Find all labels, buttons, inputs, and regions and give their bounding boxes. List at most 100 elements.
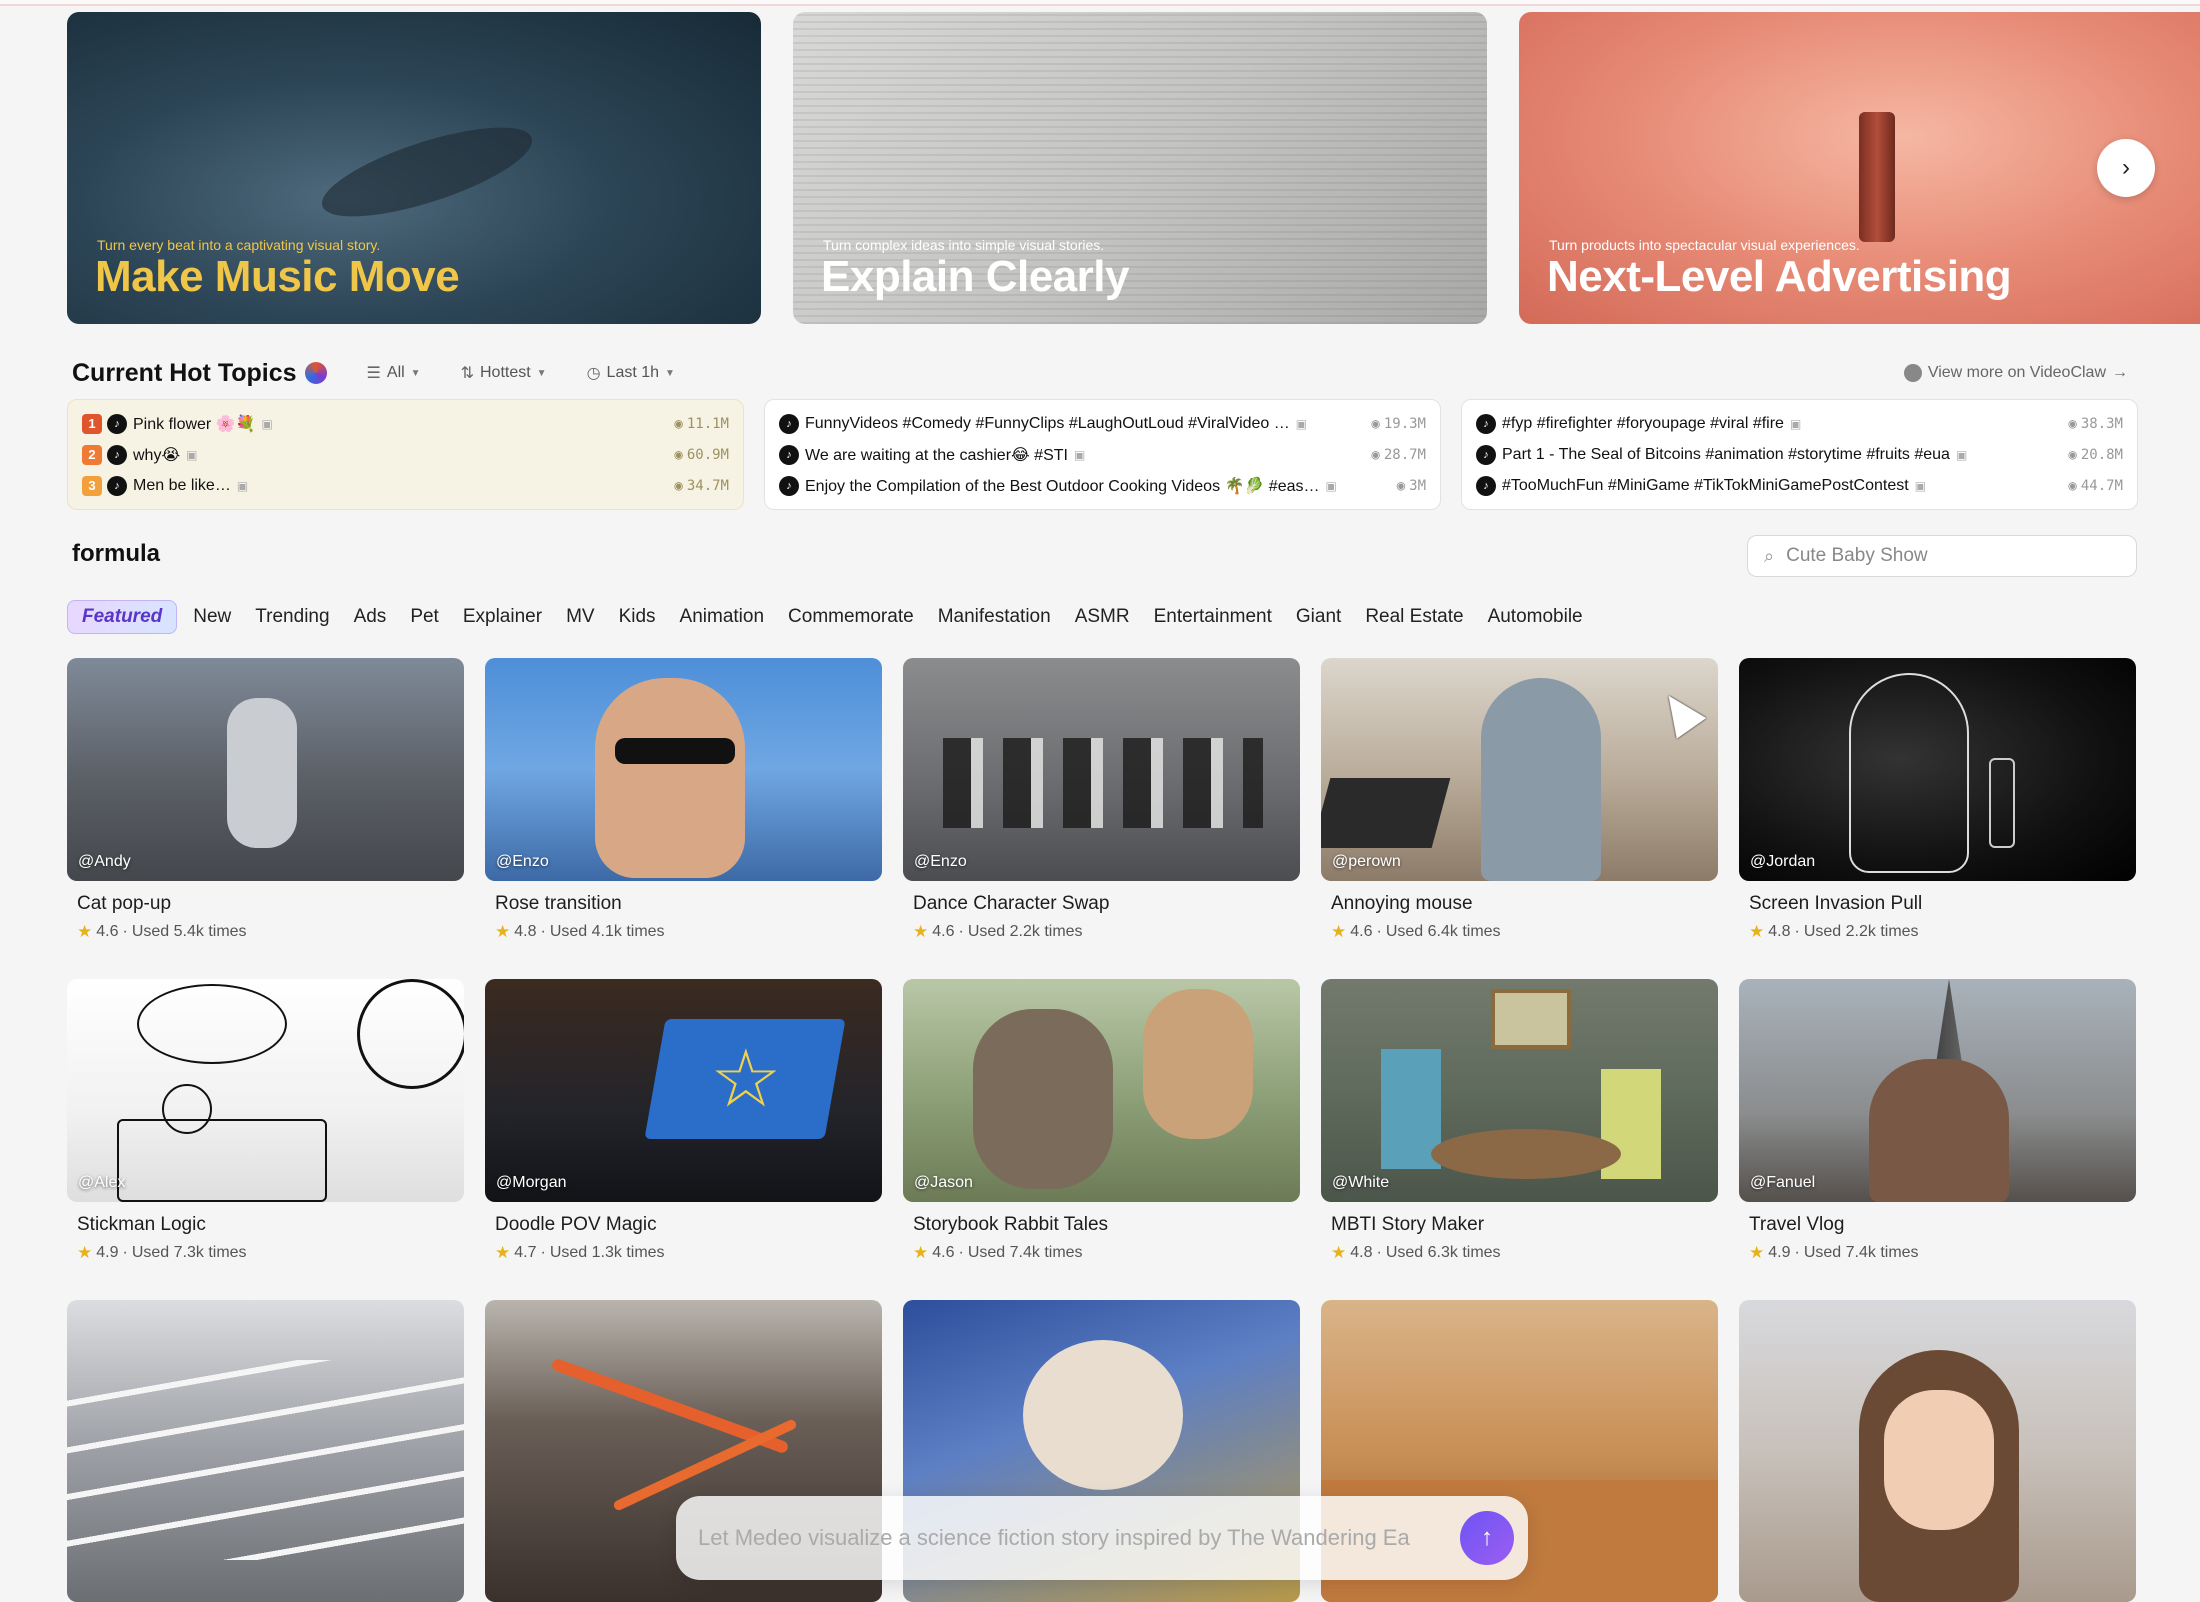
template-thumbnail[interactable]: @Enzo: [485, 658, 882, 881]
template-thumbnail[interactable]: @Enzo: [903, 658, 1300, 881]
person-art: [1481, 678, 1601, 881]
topic-row[interactable]: ♪ FunnyVideos #Comedy #FunnyClips #Laugh…: [779, 408, 1426, 439]
tab-manifestation[interactable]: Manifestation: [926, 606, 1063, 628]
topic-row[interactable]: ♪ #fyp #firefighter #foryoupage #viral #…: [1476, 408, 2123, 439]
template-thumbnail[interactable]: @Andy: [67, 658, 464, 881]
template-title: Dance Character Swap: [913, 893, 1110, 914]
view-count-value: 28.7M: [1383, 446, 1426, 463]
clock-icon: ◷: [586, 365, 601, 382]
template-card[interactable]: [1739, 1300, 2136, 1602]
template-thumbnail[interactable]: ☆ @Morgan: [485, 979, 882, 1202]
trending-icon: [304, 362, 327, 384]
template-card[interactable]: @Enzo Rose transition ★ 4.8 · Used 4.1k tim…: [485, 658, 882, 942]
sort-filter[interactable]: ⇅ Hottest ▼: [461, 363, 547, 383]
banner-subtitle: Turn complex ideas into simple visual st…: [823, 237, 1105, 253]
carousel-next-button[interactable]: ›: [2097, 139, 2155, 197]
banner-art: [1859, 112, 1895, 242]
tiktok-icon: ♪: [1476, 413, 1496, 434]
tab-asmr[interactable]: ASMR: [1063, 606, 1142, 628]
send-button[interactable]: ↑: [1460, 1511, 1514, 1565]
topic-text: #TooMuchFun #MiniGame #TikTokMiniGamePos…: [1502, 476, 1909, 494]
platform-filter[interactable]: ☰ All ▼: [367, 363, 421, 383]
tab-trending[interactable]: Trending: [243, 606, 341, 628]
topic-row[interactable]: ♪ We are waiting at the cashier😂 #STI ▣ …: [779, 439, 1426, 470]
topic-row[interactable]: ♪ #TooMuchFun #MiniGame #TikTokMiniGameP…: [1476, 470, 2123, 501]
template-meta: ★ 4.6 · Used 5.4k times: [77, 922, 464, 942]
template-thumbnail[interactable]: @Fanuel: [1739, 979, 2136, 1202]
tab-explainer[interactable]: Explainer: [451, 606, 554, 628]
template-meta: ★ 4.6 · Used 7.4k times: [913, 1243, 1300, 1263]
template-meta: ★ 4.9 · Used 7.4k times: [1749, 1243, 2136, 1263]
star-doodle-art: ☆: [710, 1034, 782, 1123]
template-thumbnail[interactable]: @White: [1321, 979, 1718, 1202]
tab-kids[interactable]: Kids: [607, 606, 668, 628]
usage-count: Used 6.3k times: [1385, 1244, 1501, 1261]
tab-real-estate[interactable]: Real Estate: [1353, 606, 1475, 628]
template-title: Doodle POV Magic: [495, 1214, 657, 1235]
template-card[interactable]: [67, 1300, 464, 1602]
banner-music[interactable]: Turn every beat into a captivating visua…: [67, 12, 761, 324]
template-thumbnail[interactable]: @perown: [1321, 658, 1718, 881]
topic-row[interactable]: 2 ♪ why😭 ▣ ◉ 60.9M: [82, 439, 729, 470]
topic-row[interactable]: ♪ Part 1 - The Seal of Bitcoins #animati…: [1476, 439, 2123, 470]
banner-explainer[interactable]: Turn complex ideas into simple visual st…: [793, 12, 1487, 324]
separator: ·: [958, 923, 964, 940]
banner-subtitle: Turn every beat into a captivating visua…: [97, 237, 381, 253]
template-card[interactable]: ☆ @Morgan Doodle POV Magic ★ 4.7 · Used 1.3…: [485, 979, 882, 1263]
template-thumbnail[interactable]: @Jordan: [1739, 658, 2136, 881]
author-label: @Andy: [78, 853, 131, 870]
template-card[interactable]: @Enzo Dance Character Swap ★ 4.6 · Used 2.2…: [903, 658, 1300, 942]
tiktok-icon: ♪: [1476, 444, 1496, 465]
tab-mv[interactable]: MV: [554, 606, 607, 628]
template-thumbnail[interactable]: [67, 1300, 464, 1602]
chevron-right-icon: ›: [2122, 154, 2130, 181]
picture-frame-art: [1491, 989, 1571, 1049]
rating: 4.8: [1768, 923, 1791, 940]
tab-automobile[interactable]: Automobile: [1476, 606, 1595, 628]
template-card[interactable]: @Andy Cat pop-up ★ 4.6 · Used 5.4k times: [67, 658, 464, 942]
template-card[interactable]: @perown Annoying mouse ★ 4.6 · Used 6.4k ti…: [1321, 658, 1718, 942]
view-count-value: 11.1M: [686, 415, 729, 432]
template-title: Storybook Rabbit Tales: [913, 1214, 1109, 1235]
star-icon: ★: [77, 1243, 93, 1262]
author-label: @Jordan: [1750, 853, 1816, 870]
template-card[interactable]: @Jordan Screen Invasion Pull ★ 4.8 · Used 2…: [1739, 658, 2136, 942]
laptop-art: [1321, 778, 1451, 848]
tab-animation[interactable]: Animation: [668, 606, 777, 628]
prompt-input[interactable]: Let Medeo visualize a science fiction st…: [698, 1525, 1450, 1551]
hot-topics-title: Current Hot Topics: [72, 358, 297, 387]
tab-ads[interactable]: Ads: [342, 606, 399, 628]
template-card[interactable]: @Fanuel Travel Vlog ★ 4.9 · Used 7.4k times: [1739, 979, 2136, 1263]
topic-text: why😭: [133, 446, 181, 464]
eye-icon: ◉: [1371, 446, 1380, 463]
template-card[interactable]: @Jason Storybook Rabbit Tales ★ 4.6 · Used …: [903, 979, 1300, 1263]
usage-count: Used 4.1k times: [549, 923, 665, 940]
usage-count: Used 7.4k times: [967, 1244, 1083, 1261]
tab-pet[interactable]: Pet: [398, 606, 451, 628]
tab-giant[interactable]: Giant: [1284, 606, 1353, 628]
tab-entertainment[interactable]: Entertainment: [1142, 606, 1284, 628]
template-thumbnail[interactable]: @Jason: [903, 979, 1300, 1202]
separator: ·: [958, 1244, 964, 1261]
rating: 4.8: [1350, 1244, 1373, 1261]
tab-new[interactable]: New: [181, 606, 243, 628]
topic-row[interactable]: 1 ♪ Pink flower 🌸💐 ▣ ◉ 11.1M: [82, 408, 729, 439]
separator: ·: [122, 923, 128, 940]
usage-count: Used 1.3k times: [549, 1244, 665, 1261]
template-thumbnail[interactable]: [1739, 1300, 2136, 1602]
search-input[interactable]: Cute Baby Show: [1786, 545, 1928, 567]
sort-filter-label: Hottest: [479, 364, 531, 381]
time-filter[interactable]: ◷ Last 1h ▼: [587, 363, 675, 383]
template-card[interactable]: @White MBTI Story Maker ★ 4.8 · Used 6.3k t…: [1321, 979, 1718, 1263]
rank-badge: 2: [82, 444, 102, 465]
tab-commemorate[interactable]: Commemorate: [776, 606, 926, 628]
formula-title: formula: [72, 540, 161, 567]
topic-row[interactable]: 3 ♪ Men be like… ▣ ◉ 34.7M: [82, 470, 729, 501]
tab-featured[interactable]: Featured: [67, 600, 178, 634]
topic-row[interactable]: ♪ Enjoy the Compilation of the Best Outd…: [779, 470, 1426, 501]
template-thumbnail[interactable]: @Alex: [67, 979, 464, 1202]
view-count-value: 19.3M: [1383, 415, 1426, 432]
search-box[interactable]: ⌕ Cute Baby Show: [1747, 535, 2137, 577]
template-card[interactable]: @Alex Stickman Logic ★ 4.9 · Used 7.3k time…: [67, 979, 464, 1263]
view-more-link[interactable]: View more on VideoClaw →: [1903, 364, 2128, 382]
